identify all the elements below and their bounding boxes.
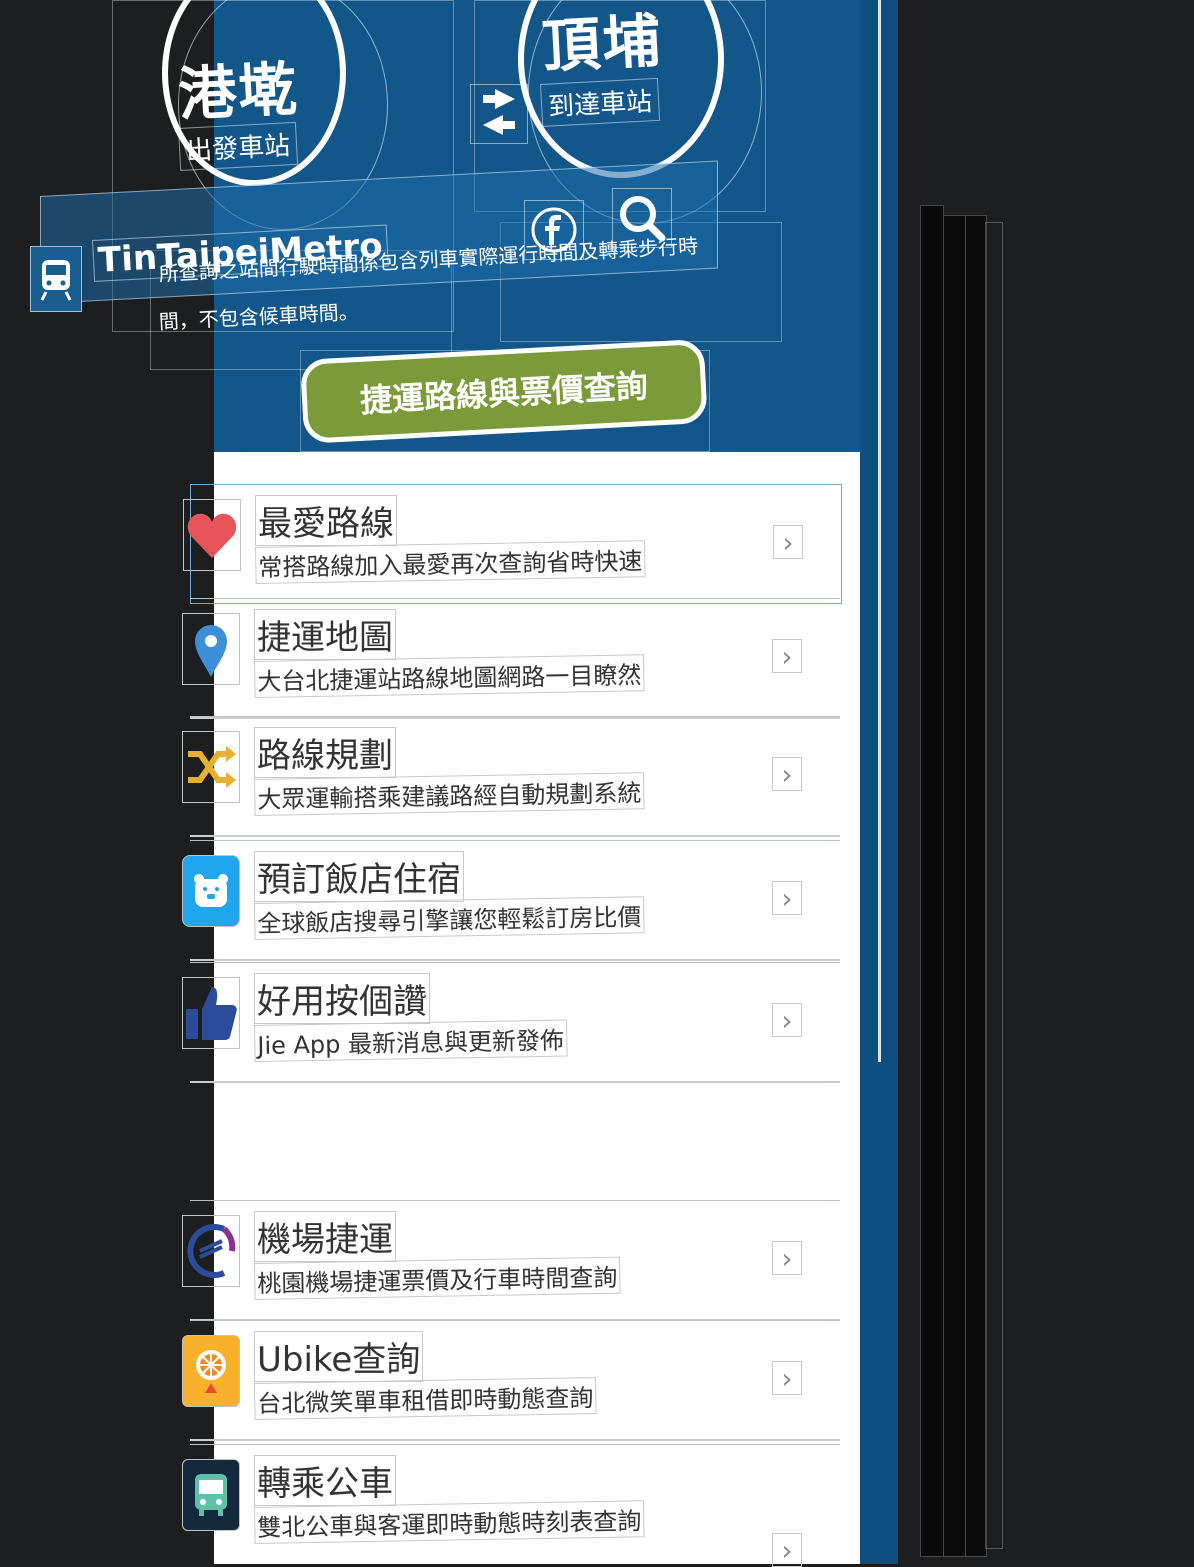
bus-icon: [182, 1459, 240, 1531]
chevron-right-icon: ›: [772, 1241, 802, 1275]
menu-item-bus[interactable]: 轉乘公車 雙北公車與客運即時動態時刻表查詢 ›: [182, 1444, 840, 1567]
menu-item-subtitle: 常搭路線加入最愛再次查詢省時快速: [255, 540, 646, 584]
app-logo: [30, 246, 82, 312]
menu-item-favorites[interactable]: 最愛路線 常搭路線加入最愛再次查詢省時快速 ›: [183, 484, 842, 604]
menu-item-like[interactable]: 好用按個讚 Jie App 最新消息與更新發佈 ›: [182, 962, 840, 1083]
chevron-right-icon: ›: [772, 881, 802, 915]
menu-item-subtitle: 雙北公車與客運即時動態時刻表查詢: [254, 1500, 645, 1544]
layer-frame: [965, 215, 987, 1557]
layer-frame: [985, 222, 1003, 1549]
shuffle-icon: [182, 731, 240, 803]
menu-item-hotel[interactable]: 預訂飯店住宿 全球飯店搜尋引擎讓您輕鬆訂房比價 ›: [182, 840, 840, 961]
arrival-station[interactable]: 頂埔: [540, 0, 664, 84]
airport-mrt-icon: [182, 1215, 240, 1287]
menu-item-title: 預訂飯店住宿: [254, 851, 464, 902]
menu-item-title: 轉乘公車: [254, 1455, 396, 1506]
menu-item-title: Ubike查詢: [254, 1331, 424, 1382]
menu-item-title: 捷運地圖: [254, 609, 396, 660]
chevron-right-icon: ›: [772, 757, 802, 791]
menu-item-subtitle: 台北微笑單車租借即時動態查詢: [254, 1377, 597, 1420]
chevron-right-icon: ›: [772, 1361, 802, 1395]
departure-label: 出發車站: [178, 121, 299, 171]
ubike-icon: [182, 1335, 240, 1407]
menu-item-title: 好用按個讚: [254, 973, 430, 1024]
departure-station[interactable]: 港墘: [176, 42, 300, 132]
map-pin-icon: [182, 613, 240, 685]
menu-item-subtitle: 大眾運輸搭乘建議路經自動規劃系統: [254, 772, 645, 816]
layer-frame: [878, 0, 881, 1062]
menu-item-subtitle: 大台北捷運站路線地圖網路一目瞭然: [254, 654, 645, 698]
menu-item-ubike[interactable]: Ubike查詢 台北微笑單車租借即時動態查詢 ›: [182, 1320, 840, 1441]
menu-item-title: 路線規劃: [254, 727, 396, 778]
menu-item-metro-map[interactable]: 捷運地圖 大台北捷運站路線地圖網路一目瞭然 ›: [182, 598, 840, 719]
chevron-right-icon: ›: [772, 1003, 802, 1037]
menu-item-title: 最愛路線: [255, 495, 397, 546]
menu-item-subtitle: Jie App 最新消息與更新發佈: [254, 1019, 568, 1062]
chevron-right-icon: ›: [772, 639, 802, 673]
heart-icon: [183, 499, 241, 571]
chevron-right-icon: ›: [773, 525, 803, 559]
train-icon: [40, 260, 72, 301]
hotel-bear-icon: [182, 855, 240, 927]
chevron-right-icon: ›: [772, 1533, 802, 1567]
arrival-label: 到達車站: [540, 77, 661, 127]
swap-button[interactable]: [470, 84, 528, 144]
menu-item-route-planning[interactable]: 路線規劃 大眾運輸搭乘建議路經自動規劃系統 ›: [182, 716, 840, 837]
thumbs-up-icon: [182, 977, 240, 1049]
swap-arrows-icon: [483, 89, 515, 135]
menu-item-title: 機場捷運: [254, 1211, 396, 1262]
menu-item-subtitle: 桃園機場捷運票價及行車時間查詢: [254, 1256, 621, 1300]
menu-item-airport-mrt[interactable]: 機場捷運 桃園機場捷運票價及行車時間查詢 ›: [182, 1200, 840, 1321]
layer-frame: [920, 205, 944, 1557]
menu-item-subtitle: 全球飯店搜尋引擎讓您輕鬆訂房比價: [254, 896, 645, 940]
